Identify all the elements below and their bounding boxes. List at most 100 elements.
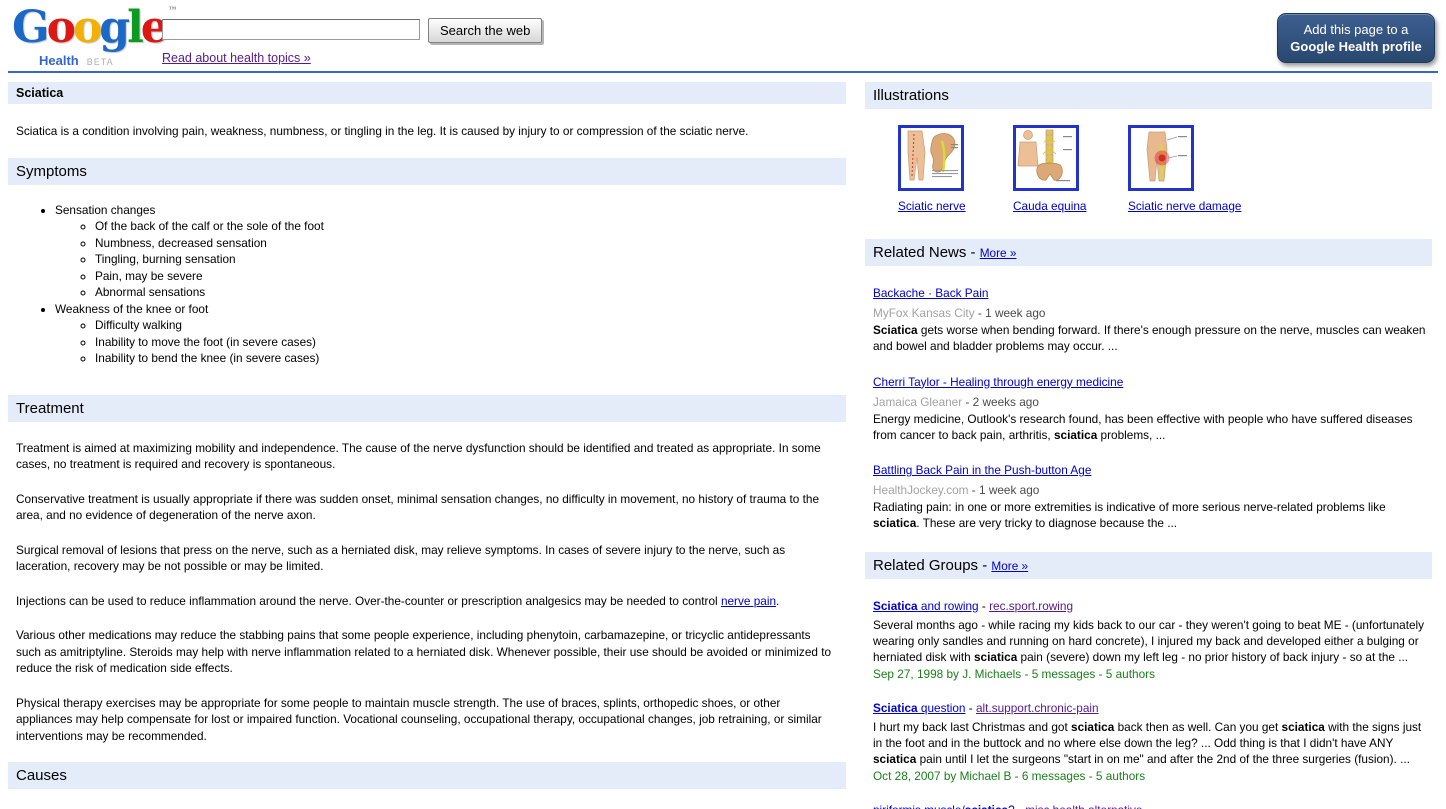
cauda-equina-link[interactable]: Cauda equina <box>1013 199 1086 213</box>
separator: - <box>978 556 992 574</box>
page-title: Sciatica <box>8 82 846 104</box>
health-wordmark: Health <box>39 53 79 68</box>
sciatic-nerve-image <box>901 128 961 188</box>
group-item: piriformis muscle/sciatica? - misc.healt… <box>873 801 1432 809</box>
highlighted-term: sciatica <box>965 803 1008 809</box>
news-snippet: Radiating pain: in one or more extremiti… <box>873 499 1429 532</box>
article-column: Sciatica Sciatica is a condition involvi… <box>8 82 846 809</box>
related-groups-heading: Related Groups - More » <box>865 551 1432 579</box>
group-thread-link[interactable]: Sciatica and rowing <box>873 599 979 613</box>
illustrations-heading: Illustrations <box>865 82 1432 109</box>
symptoms-heading: Symptoms <box>8 157 846 185</box>
group-thread-link[interactable]: Sciatica question <box>873 701 966 715</box>
news-item: Battling Back Pain in the Push-button Ag… <box>873 461 1432 532</box>
highlighted-term: sciatica <box>873 516 917 531</box>
sidebar-column: Illustrations Sciatic nerve Cauda equina… <box>865 82 1432 809</box>
news-title-link[interactable]: Battling Back Pain in the Push-button Ag… <box>873 463 1091 477</box>
symptom-subitem: Inability to move the foot (in severe ca… <box>95 334 846 351</box>
highlighted-term: Sciatica <box>873 700 918 715</box>
news-source: MyFox Kansas City <box>873 306 975 320</box>
highlighted-term: Sciatica <box>873 598 918 613</box>
snippet-text: pain (severe) down my left leg - no prio… <box>1017 650 1409 665</box>
illustration-item: Sciatic nerve damage <box>1128 125 1243 213</box>
highlighted-term: sciatica <box>1071 719 1115 734</box>
symptom-label: Weakness of the knee or foot <box>55 301 209 316</box>
group-name-link[interactable]: misc.health.alternative <box>1025 803 1142 809</box>
news-title-link[interactable]: Cherri Taylor - Healing through energy m… <box>873 375 1123 389</box>
symptom-subitem: Abnormal sensations <box>95 284 846 301</box>
symptom-subitem: Tingling, burning sensation <box>95 251 846 268</box>
search-the-web-button[interactable]: Search the web <box>428 18 543 43</box>
related-groups-title: Related Groups <box>873 556 979 574</box>
symptom-item: Sensation changes Of the back of the cal… <box>55 202 846 301</box>
sciatic-nerve-damage-link[interactable]: Sciatic nerve damage <box>1128 199 1241 213</box>
thread-title-text: and rowing <box>917 598 979 613</box>
profile-button-line2: Google Health profile <box>1290 39 1422 54</box>
separator: - <box>978 598 990 613</box>
group-name-link[interactable]: alt.support.chronic-pain <box>976 701 1099 715</box>
treatment-heading: Treatment <box>8 394 846 422</box>
symptom-item: Weakness of the knee or foot Difficulty … <box>55 301 846 367</box>
cauda-equina-thumbnail[interactable] <box>1013 125 1079 191</box>
treatment-paragraph: Surgical removal of lesions that press o… <box>16 542 786 574</box>
illustration-thumbnails: Sciatic nerve Cauda equina Sciatic nerve… <box>898 125 1432 213</box>
causes-heading: Causes <box>8 762 846 789</box>
trademark-symbol: ™ <box>167 6 178 17</box>
search-input[interactable] <box>162 19 420 40</box>
news-time: - 1 week ago <box>971 483 1040 498</box>
news-source-line: HealthJockey.com - 1 week ago <box>873 483 1432 497</box>
paragraph-text: Injections can be used to reduce inflamm… <box>16 593 721 608</box>
cauda-equina-image <box>1016 128 1076 188</box>
news-source: HealthJockey.com <box>873 483 969 498</box>
more-news-link[interactable]: More » <box>980 246 1017 260</box>
intro-paragraph: Sciatica is a condition involving pain, … <box>16 124 749 138</box>
related-news-title: Related News <box>873 244 967 261</box>
logo-letter: l <box>127 2 144 53</box>
symptom-subitem: Of the back of the calf or the sole of t… <box>95 218 846 235</box>
separator: - <box>966 244 980 261</box>
paragraph-text: . <box>776 593 780 608</box>
logo-letter: o <box>46 2 76 53</box>
group-name-link[interactable]: rec.sport.rowing <box>989 599 1073 613</box>
highlighted-term: Sciatica <box>873 323 918 337</box>
header-divider <box>8 71 1438 73</box>
snippet-text: pain until I let the surgeons "start in … <box>916 752 1410 767</box>
news-source: Jamaica Gleaner <box>873 394 963 409</box>
highlighted-term: sciatica <box>873 752 917 767</box>
highlighted-term: sciatica <box>973 650 1018 665</box>
snippet-text: I hurt my back last Christmas and got <box>873 719 1072 734</box>
thread-title-text: piriformis muscle/ <box>873 803 965 809</box>
group-snippet: I hurt my back last Christmas and got sc… <box>873 719 1429 768</box>
profile-button-line1: Add this page to a <box>1303 22 1409 37</box>
symptom-subitem: Pain, may be severe <box>95 268 846 285</box>
group-meta: Sep 27, 1998 by J. Michaels - 5 messages… <box>873 666 1155 681</box>
group-snippet: Several months ago - while racing my kid… <box>873 617 1429 666</box>
beta-label: BETA <box>86 57 114 67</box>
illustration-item: Sciatic nerve <box>898 125 1013 213</box>
symptom-subitem: Difficulty walking <box>95 317 846 334</box>
google-logo: Google ™ <box>12 2 178 53</box>
symptom-subitem: Inability to bend the knee (in severe ca… <box>95 350 846 367</box>
group-thread-link[interactable]: piriformis muscle/sciatica? <box>873 803 1015 809</box>
snippet-text: Radiating pain: in one or more extremiti… <box>873 500 1386 515</box>
treatment-paragraph: Physical therapy exercises may be approp… <box>16 695 822 743</box>
news-title-link[interactable]: Backache · Back Pain <box>873 286 988 300</box>
add-to-google-health-profile-button[interactable]: Add this page to a Google Health profile <box>1277 13 1435 63</box>
highlighted-term: sciatica <box>1053 427 1098 442</box>
treatment-paragraph: Various other medications may reduce the… <box>16 628 832 675</box>
treatment-paragraph: Injections can be used to reduce inflamm… <box>16 593 838 610</box>
sciatic-nerve-damage-image <box>1131 128 1191 188</box>
separator: - <box>1015 803 1025 809</box>
snippet-text: back then as well. Can you get <box>1114 719 1282 734</box>
read-about-health-topics-link[interactable]: Read about health topics » <box>162 51 311 65</box>
sciatic-nerve-link[interactable]: Sciatic nerve <box>898 199 966 213</box>
sciatic-nerve-damage-thumbnail[interactable] <box>1128 125 1194 191</box>
nerve-pain-link[interactable]: nerve pain <box>721 594 776 608</box>
logo-letter: o <box>72 2 102 53</box>
group-meta: Oct 28, 2007 by Michael B - 6 messages -… <box>873 768 1146 783</box>
news-snippet: Sciatica gets worse when bending forward… <box>873 322 1429 355</box>
more-groups-link[interactable]: More » <box>991 559 1028 573</box>
google-health-page: Google ™ Health BETA Search the web Read a… <box>0 0 1446 809</box>
sciatic-nerve-thumbnail[interactable] <box>898 125 964 191</box>
snippet-text: . These are very tricky to diagnose beca… <box>916 516 1178 531</box>
